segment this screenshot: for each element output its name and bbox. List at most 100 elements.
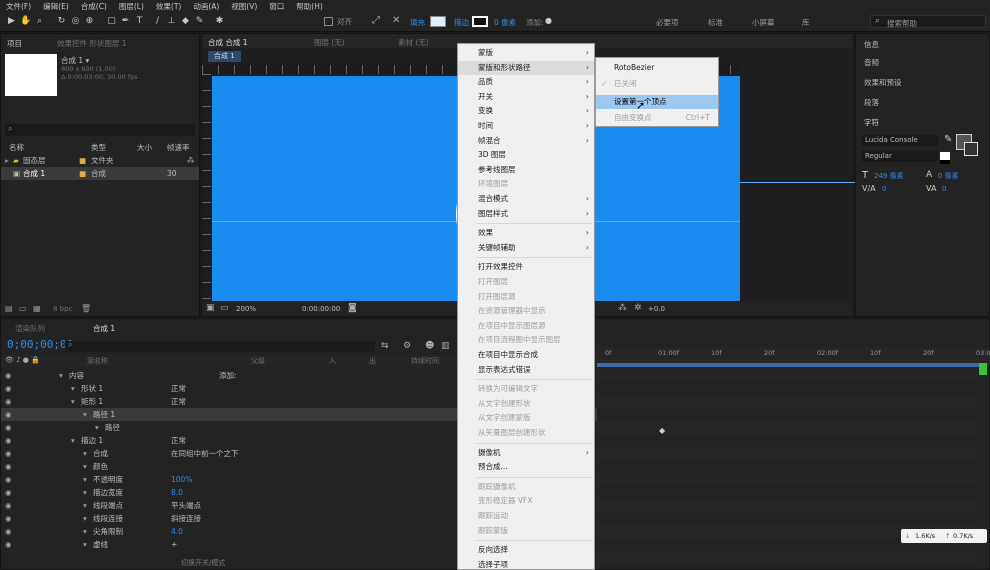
context-menu-item[interactable]: 3D 图层 — [458, 148, 594, 162]
context-menu-item[interactable]: 蒙版和形状路径 › — [458, 60, 594, 75]
eraser-tool-icon[interactable]: ◆ — [180, 16, 191, 27]
leading-value[interactable]: 0 像素 — [938, 171, 959, 181]
new-folder-icon[interactable]: ▭ — [19, 304, 27, 313]
visibility-icon[interactable]: ◉ — [5, 395, 12, 408]
col-duration[interactable]: 持续时间 — [411, 356, 439, 366]
tab-comp-timeline[interactable]: 合成 1 — [93, 323, 115, 334]
context-menu-item[interactable]: 关键帧辅助 › — [458, 241, 594, 255]
property-value[interactable]: 8.0 — [171, 486, 183, 499]
font-size-value[interactable]: 249 像素 — [874, 171, 904, 181]
menubar-item[interactable]: 图层(L) — [113, 1, 150, 12]
visibility-icon[interactable]: ◉ — [5, 473, 12, 486]
property-value[interactable]: 正常 — [171, 434, 186, 447]
twirl-arrow-icon[interactable]: ▾ — [83, 512, 87, 525]
tab-effect-controls[interactable]: 效果控件 形状图层 1 — [57, 38, 127, 49]
comp-mini-flowchart-icon[interactable]: ⇆ — [381, 341, 389, 351]
kerning-value[interactable]: 0 — [882, 185, 886, 193]
context-menu-item[interactable]: 变换 › — [458, 104, 594, 118]
context-menu-item[interactable]: 参考线图层 — [458, 163, 594, 177]
add-property-label[interactable]: 添加: — [219, 369, 237, 382]
visibility-icon[interactable]: ◉ — [5, 408, 12, 421]
fill-label[interactable]: 填充 — [410, 17, 425, 28]
eyedropper-icon[interactable]: ✎ — [944, 134, 952, 145]
menubar-item[interactable]: 视图(V) — [225, 1, 263, 12]
align-checkbox[interactable] — [324, 17, 333, 26]
pen-tool-icon[interactable]: ✒ — [120, 16, 131, 27]
visibility-icon[interactable]: ◉ — [5, 486, 12, 499]
menubar-item[interactable]: 效果(T) — [150, 1, 187, 12]
context-menu-item[interactable]: 显示表达式错误 — [458, 363, 594, 377]
brush-tool-icon[interactable]: / — [152, 16, 163, 27]
playhead-handle[interactable] — [979, 363, 987, 375]
white-swatch[interactable] — [940, 152, 950, 160]
workspace-essentials[interactable]: 必要项 — [656, 17, 679, 28]
new-comp-icon[interactable]: ▦ — [33, 304, 41, 313]
col-out[interactable]: 出 — [369, 356, 376, 366]
hide-shy-icon[interactable]: ☻ — [425, 341, 434, 351]
menubar-item[interactable]: 窗口 — [263, 1, 290, 12]
snap-icon[interactable]: ⤢ — [372, 15, 380, 26]
visibility-icon[interactable]: ◉ — [5, 369, 12, 382]
selection-tool-icon[interactable]: ▶ — [6, 16, 17, 27]
exposure-value[interactable]: +0.0 — [648, 305, 665, 313]
col-source-name[interactable]: 源名称 — [87, 356, 108, 366]
expand-arrow-icon[interactable]: ▸ — [5, 154, 9, 167]
panel-info[interactable]: 信息 — [864, 39, 879, 50]
stroke-color-swatch[interactable] — [964, 142, 978, 156]
panel-audio[interactable]: 音频 — [864, 57, 879, 68]
font-family-select[interactable]: Lucida Console — [862, 135, 938, 146]
twirl-arrow-icon[interactable]: ▾ — [59, 369, 63, 382]
timeline-search-input[interactable]: ⌕ — [65, 340, 375, 352]
keyframe-icon[interactable]: ◆ — [659, 426, 665, 435]
visibility-icon[interactable]: ◉ — [5, 460, 12, 473]
camera-icon[interactable]: ◙ — [348, 303, 357, 313]
add-icon[interactable]: ● — [545, 16, 552, 25]
menubar-item[interactable]: 编辑(E) — [37, 1, 75, 12]
property-value[interactable]: 4.0 — [171, 525, 183, 538]
bpc-label[interactable]: 8 bpc — [53, 305, 72, 313]
visibility-icon[interactable]: ◉ — [5, 499, 12, 512]
workspace-small-screen[interactable]: 小屏幕 — [752, 17, 775, 28]
camera-tool-icon[interactable]: ◎ — [70, 16, 81, 27]
menubar-item[interactable]: 合成(C) — [75, 1, 113, 12]
search-help-field[interactable]: ⌕ 搜索帮助 — [870, 15, 986, 28]
stroke-width[interactable]: 0 像素 — [494, 17, 516, 28]
panel-paragraph[interactable]: 段落 — [864, 97, 879, 108]
property-value[interactable]: 在同组中前一个之下 — [171, 447, 239, 460]
project-search-input[interactable]: ⌕ — [5, 124, 195, 136]
col-in[interactable]: 入 — [329, 356, 336, 366]
rotate-tool-icon[interactable]: ↻ — [56, 16, 67, 27]
switches-modes-toggle[interactable]: 切换开关/模式 — [181, 558, 225, 568]
col-parent[interactable]: 父级 — [251, 356, 265, 366]
context-menu-item[interactable]: 效果 › — [458, 226, 594, 240]
context-menu-item[interactable]: 选择子项 — [458, 558, 594, 570]
menubar-item[interactable]: 文件(F) — [0, 1, 37, 12]
panel-character[interactable]: 字符 — [864, 117, 879, 128]
text-tool-icon[interactable]: T — [134, 16, 145, 27]
hand-tool-icon[interactable]: ✋ — [20, 16, 31, 27]
tab-footage[interactable]: 素材 (无) — [398, 37, 429, 48]
trash-icon[interactable]: 🗑 — [81, 304, 91, 313]
add-label[interactable]: 添加: — [526, 17, 544, 28]
exposure-icon[interactable]: ✲ — [634, 303, 642, 313]
tracking-value[interactable]: 0 — [942, 185, 946, 193]
fill-swatch[interactable] — [430, 16, 446, 27]
clone-tool-icon[interactable]: ⊥ — [166, 16, 177, 27]
twirl-arrow-icon[interactable]: ▾ — [71, 395, 75, 408]
font-style-select[interactable]: Regular — [862, 151, 938, 162]
col-name[interactable]: 名称 — [9, 141, 24, 154]
submenu-item[interactable]: RotoBezier — [596, 61, 718, 75]
display-icon[interactable]: ▭ — [220, 303, 229, 313]
zoom-tool-icon[interactable]: ⌕ — [34, 16, 45, 27]
twirl-arrow-icon[interactable]: ▾ — [83, 473, 87, 486]
context-menu-item[interactable]: 帧混合 › — [458, 134, 594, 148]
workspace-library[interactable]: 库 — [802, 17, 810, 28]
visibility-icon[interactable]: ◉ — [5, 512, 12, 525]
tab-render-queue[interactable]: 渲染队列 — [15, 323, 45, 334]
twirl-arrow-icon[interactable]: ▾ — [83, 408, 87, 421]
menubar-item[interactable]: 动画(A) — [187, 1, 225, 12]
visibility-icon[interactable]: ◉ — [5, 382, 12, 395]
property-value[interactable]: + — [171, 538, 177, 551]
workspace-standard[interactable]: 标准 — [708, 17, 723, 28]
frame-blending-icon[interactable]: ▥ — [441, 341, 450, 351]
